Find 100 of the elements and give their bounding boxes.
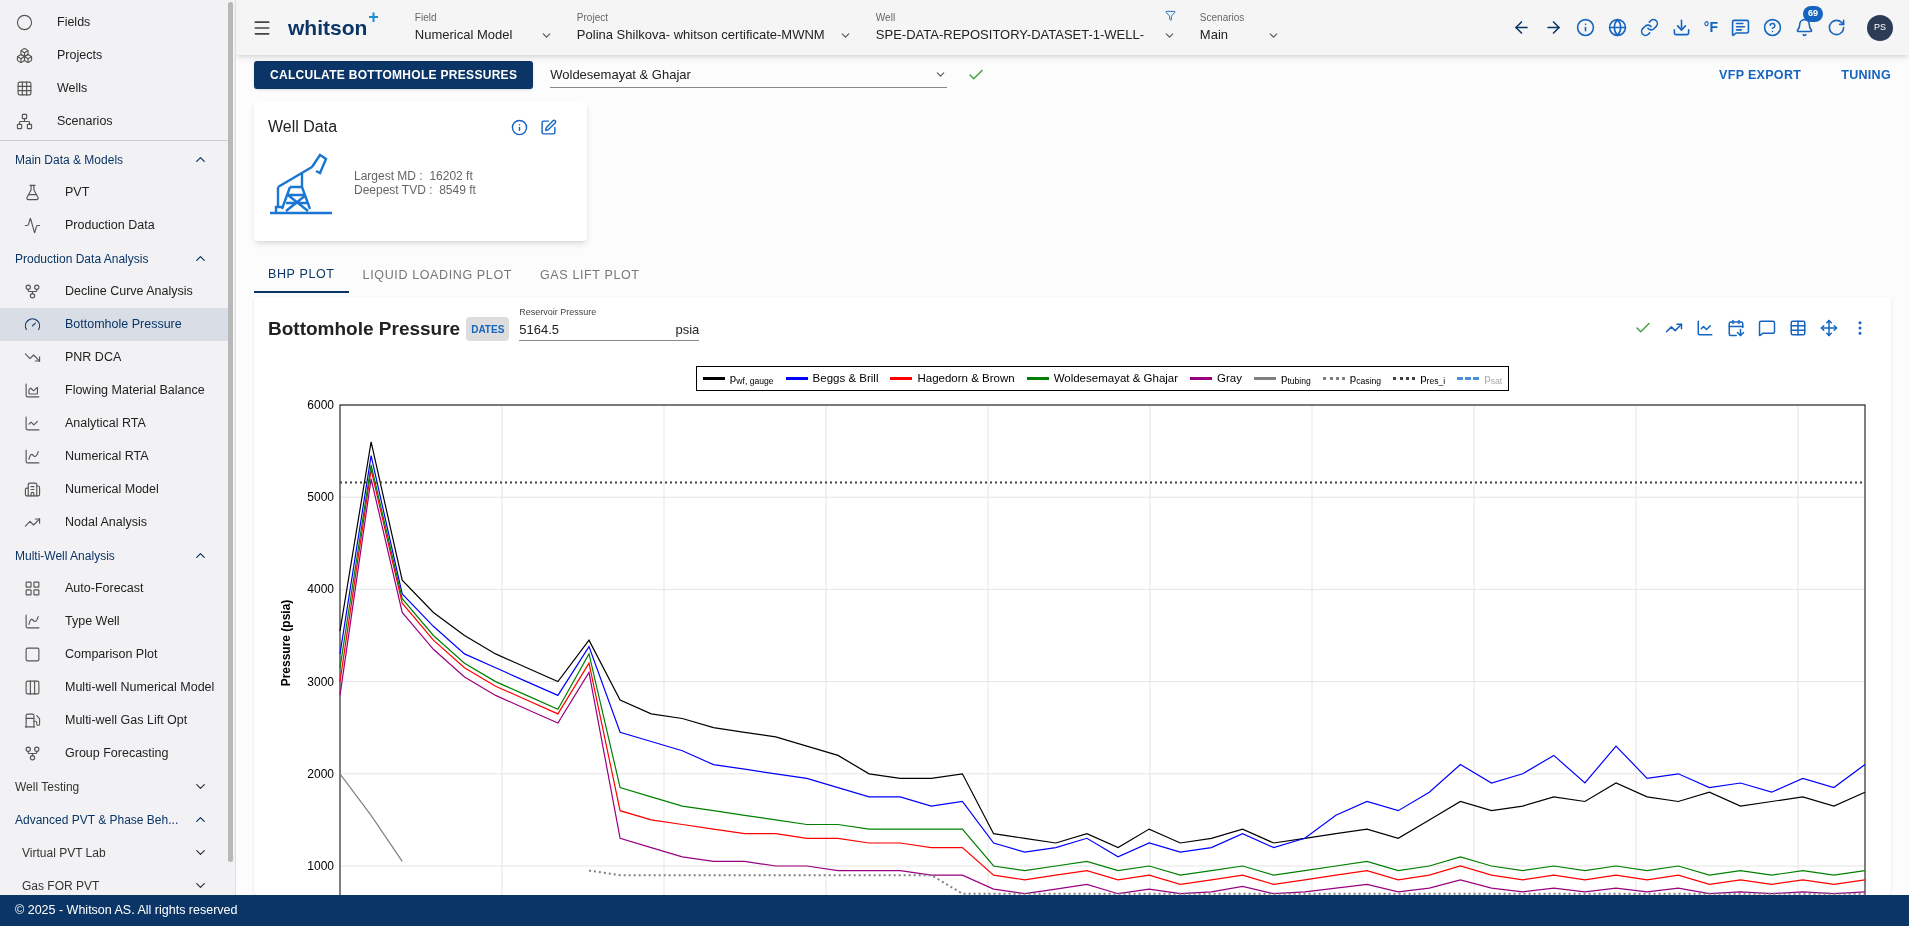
axis-title: Pressure (psia) bbox=[279, 599, 293, 687]
sidebar-item[interactable]: Numerical RTA bbox=[0, 440, 228, 473]
item-icon bbox=[24, 316, 41, 333]
plot-tab[interactable]: GAS LIFT PLOT bbox=[526, 257, 654, 293]
sidebar-item[interactable]: Multi-well Gas Lift Opt bbox=[0, 704, 228, 737]
legend-label[interactable]: Beggs & Brill bbox=[812, 369, 879, 387]
plot-tab[interactable]: BHP PLOT bbox=[254, 257, 349, 293]
sidebar-item[interactable]: Nodal Analysis bbox=[0, 506, 228, 539]
selector-dropdown[interactable]: SPE-DATA-REPOSITORY-DATASET-1-WELL- bbox=[875, 25, 1176, 45]
section-header[interactable]: Main Data & Models bbox=[0, 143, 228, 176]
item-icon bbox=[24, 745, 41, 762]
legend-label[interactable]: p$_{tubing}$ bbox=[1281, 369, 1311, 387]
sidebar-item[interactable]: PVT bbox=[0, 176, 228, 209]
sidebar-item[interactable]: Numerical Model bbox=[0, 473, 228, 506]
item-icon bbox=[24, 415, 41, 432]
sidebar-item[interactable]: Scenarios bbox=[0, 105, 228, 138]
sidebar-item[interactable]: Fields bbox=[0, 6, 228, 39]
sidebar-item[interactable]: Multi-well Numerical Model bbox=[0, 671, 228, 704]
well-stat: Deepest TVD : 8549 ft bbox=[354, 183, 476, 197]
temperature-unit-button[interactable]: °F bbox=[1703, 17, 1718, 38]
item-icon bbox=[16, 14, 33, 31]
notifications-icon[interactable] bbox=[1795, 18, 1814, 37]
section-header[interactable]: Virtual PVT Lab bbox=[0, 836, 228, 869]
legend-label[interactable]: p$_{res_i}$ bbox=[1420, 369, 1446, 387]
scrollbar[interactable] bbox=[228, 2, 233, 862]
item-icon bbox=[24, 448, 41, 465]
axis-tick-label: 2000 bbox=[307, 766, 334, 781]
axis-tick-label: 5000 bbox=[307, 489, 334, 504]
item-icon bbox=[24, 580, 41, 597]
link-icon[interactable] bbox=[1639, 18, 1659, 37]
selector-label: Project bbox=[576, 11, 608, 26]
notification-badge: 69 bbox=[1803, 6, 1823, 22]
item-icon bbox=[16, 113, 33, 130]
sidebar-item[interactable]: Bottomhole Pressure bbox=[0, 308, 228, 341]
sidebar-item[interactable]: Group Forecasting bbox=[0, 737, 228, 770]
legend-label[interactable]: Woldesemayat & Ghajar bbox=[1053, 369, 1179, 387]
item-icon bbox=[16, 47, 33, 64]
section-header[interactable]: Well Testing bbox=[0, 770, 228, 803]
item-icon bbox=[24, 646, 41, 663]
download-icon[interactable] bbox=[1671, 18, 1691, 37]
item-icon bbox=[24, 217, 41, 234]
sidebar-item[interactable]: Wells bbox=[0, 72, 228, 105]
item-icon bbox=[24, 382, 41, 399]
refresh-icon[interactable] bbox=[1827, 18, 1846, 37]
legend-label[interactable]: Gray bbox=[1217, 369, 1242, 387]
selector-label: Field bbox=[414, 11, 437, 26]
reservoir-pressure-field[interactable]: 5164.5 psia bbox=[519, 319, 700, 341]
well-stat: Largest MD : 16202 ft bbox=[354, 169, 474, 183]
field-label: Reservoir Pressure bbox=[519, 305, 598, 319]
sidebar-item[interactable]: Type Well bbox=[0, 605, 228, 638]
pump-jack-icon bbox=[268, 151, 334, 215]
footer: © 2025 - Whitson AS. All rights reserved bbox=[0, 895, 1909, 926]
help-icon[interactable] bbox=[1763, 18, 1782, 37]
axis-tick-label: 3000 bbox=[307, 674, 334, 689]
legend-label[interactable]: Hagedorn & Brown bbox=[917, 369, 1015, 387]
sidebar-item[interactable]: Analytical RTA bbox=[0, 407, 228, 440]
move-icon[interactable] bbox=[1820, 319, 1838, 338]
plot-tab[interactable]: LIQUID LOADING PLOT bbox=[348, 257, 526, 293]
info-icon[interactable] bbox=[511, 118, 528, 136]
globe-icon[interactable] bbox=[1607, 18, 1627, 37]
section-header[interactable]: Multi-Well Analysis bbox=[0, 539, 228, 572]
action-link[interactable]: TUNING bbox=[1841, 65, 1891, 85]
sidebar-item[interactable]: Flowing Material Balance bbox=[0, 374, 228, 407]
decline-chart-icon[interactable] bbox=[1696, 319, 1714, 338]
item-icon bbox=[24, 184, 41, 201]
sidebar-item[interactable]: Auto-Forecast bbox=[0, 572, 228, 605]
sidebar-item[interactable]: Production Data bbox=[0, 209, 228, 242]
item-icon bbox=[24, 613, 41, 630]
sidebar-item[interactable]: PNR DCA bbox=[0, 341, 228, 374]
axis-tick-label: 6000 bbox=[307, 397, 334, 412]
legend-label[interactable]: p$_{wf, gauge}$ bbox=[729, 369, 774, 387]
legend-label[interactable]: p$_{casing}$ bbox=[1349, 369, 1382, 387]
section-header[interactable]: Gas FOR PVT bbox=[0, 869, 228, 895]
card-title: Well Data bbox=[268, 117, 338, 137]
selector-label: Well bbox=[875, 11, 896, 26]
sidebar-item[interactable]: Projects bbox=[0, 39, 228, 72]
selector-dropdown[interactable]: Numerical Model bbox=[414, 25, 553, 45]
edit-icon[interactable] bbox=[540, 118, 557, 136]
logo[interactable]: whitson+ bbox=[288, 11, 379, 44]
axis-tick-label: 4000 bbox=[307, 582, 334, 597]
item-icon bbox=[24, 481, 41, 498]
info-icon[interactable] bbox=[1575, 18, 1595, 37]
item-icon bbox=[16, 80, 33, 97]
sidebar-item[interactable]: Decline Curve Analysis bbox=[0, 275, 228, 308]
dates-button[interactable]: DATES bbox=[466, 317, 510, 342]
table-icon[interactable] bbox=[1789, 319, 1807, 338]
calculate-button[interactable]: CALCULATE BOTTOMHOLE PRESSURES bbox=[254, 61, 534, 89]
feedback-icon[interactable] bbox=[1731, 18, 1750, 37]
axis-tick-label: 1000 bbox=[307, 858, 334, 873]
comment-icon[interactable] bbox=[1758, 319, 1776, 338]
section-header[interactable]: Advanced PVT & Phase Beh... bbox=[0, 803, 228, 836]
selector-dropdown[interactable]: Main bbox=[1199, 25, 1280, 45]
user-avatar[interactable]: PS bbox=[1867, 14, 1893, 41]
sidebar-item[interactable]: Comparison Plot bbox=[0, 638, 228, 671]
section-header[interactable]: Production Data Analysis bbox=[0, 242, 228, 275]
filter-icon[interactable] bbox=[1164, 10, 1176, 22]
action-link[interactable]: VFP EXPORT bbox=[1719, 65, 1802, 85]
correlation-dropdown[interactable]: Woldesemayat & Ghajar bbox=[550, 62, 948, 88]
selector-dropdown[interactable]: Polina Shilkova- whitson certificate-MWNM bbox=[576, 25, 852, 45]
calendar-sort-icon[interactable] bbox=[1727, 319, 1745, 338]
